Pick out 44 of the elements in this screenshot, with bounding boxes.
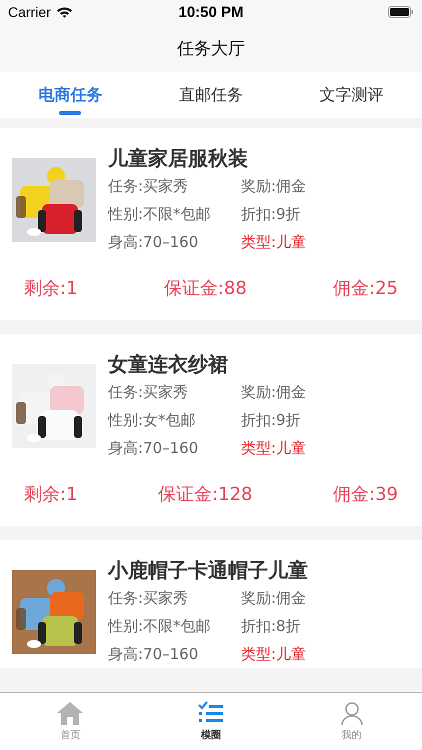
reward-text: 奖励:佣金 (241, 176, 308, 197)
task-type-text: 任务:买家秀 (108, 588, 190, 609)
gender-text: 性别:不限*包邮 (108, 616, 212, 637)
home-icon (56, 700, 84, 724)
task-card[interactable]: 小鹿帽子卡通帽子儿童 任务:买家秀 奖励:佣金 性别:不限*包邮 折扣:8折 身高:70–160 类型:儿童 (0, 540, 422, 668)
tab-bar-item[interactable]: 模圈 (140, 693, 282, 749)
remaining-text: 剩余:1 (24, 277, 78, 300)
person-icon (340, 700, 364, 724)
category-tab[interactable]: 直邮任务 (140, 72, 282, 118)
tab-bar-item[interactable]: 我的 (281, 693, 422, 749)
deposit-text: 保证金:128 (158, 483, 252, 506)
height-text: 身高:70–160 (108, 438, 200, 459)
task-type-text: 任务:买家秀 (108, 176, 190, 197)
discount-text: 折扣:8折 (241, 616, 302, 637)
category-text: 类型:儿童 (241, 232, 308, 253)
reward-text: 奖励:佣金 (241, 382, 308, 403)
page-title: 任务大厅 (177, 38, 245, 60)
task-type-text: 任务:买家秀 (108, 382, 190, 403)
gender-text: 性别:女*包邮 (108, 410, 197, 431)
commission-text: 佣金:39 (333, 483, 398, 506)
reward-text: 奖励:佣金 (241, 588, 308, 609)
carrier-name: Carrier (8, 4, 51, 20)
category-text: 类型:儿童 (241, 644, 308, 665)
task-card[interactable]: 女童连衣纱裙 任务:买家秀 奖励:佣金 性别:女*包邮 折扣:9折 身高:70–160 类型:儿童 剩余:1 保证金:128 佣金:39 (0, 334, 422, 526)
task-card[interactable]: 儿童家居服秋装 任务:买家秀 奖励:佣金 性别:不限*包邮 折扣:9折 身高:70–160 类型:儿童 剩余:1 保证金:88 佣金:25 (0, 128, 422, 320)
tab-bar-item[interactable]: 首页 (0, 693, 141, 749)
task-title: 小鹿帽子卡通帽子儿童 (108, 557, 309, 584)
category-text: 类型:儿童 (241, 438, 308, 459)
remaining-text: 剩余:1 (24, 483, 78, 506)
deposit-text: 保证金:88 (164, 277, 247, 300)
discount-text: 折扣:9折 (241, 204, 302, 225)
battery-icon (388, 6, 414, 18)
discount-text: 折扣:9折 (241, 410, 302, 431)
status-time: 10:50 PM (178, 4, 244, 20)
wifi-icon (56, 6, 73, 18)
category-tab[interactable]: 文字测评 (281, 72, 422, 118)
gender-text: 性别:不限*包邮 (108, 204, 212, 225)
height-text: 身高:70–160 (108, 644, 200, 665)
category-tab[interactable]: 电商任务 (0, 72, 141, 118)
height-text: 身高:70–160 (108, 232, 200, 253)
commission-text: 佣金:25 (333, 277, 398, 300)
task-title: 女童连衣纱裙 (108, 351, 229, 378)
checklist-icon (198, 700, 224, 724)
task-title: 儿童家居服秋装 (108, 145, 249, 172)
